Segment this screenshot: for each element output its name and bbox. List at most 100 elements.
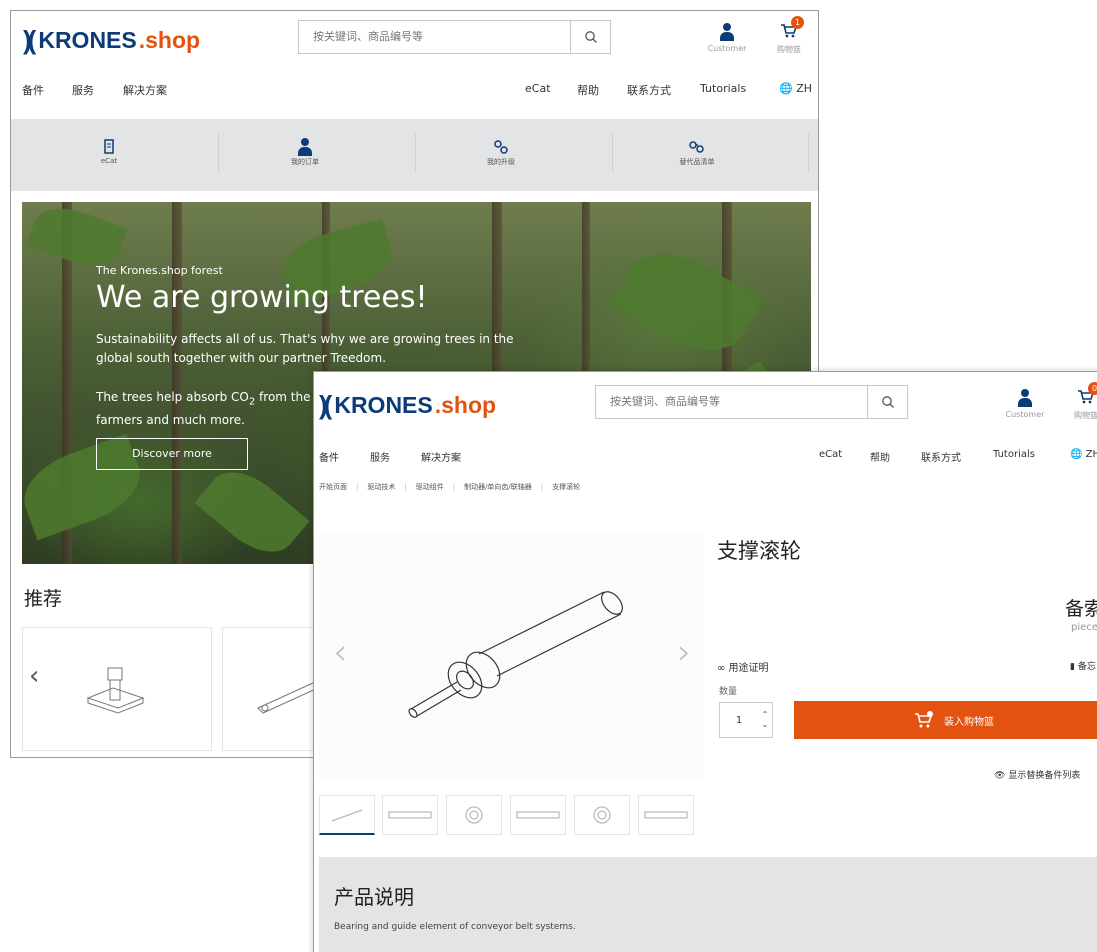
nav-tutorials[interactable]: Tutorials	[700, 82, 746, 95]
search-input[interactable]: 按关键词、商品编号等	[299, 21, 570, 53]
nav-help[interactable]: 帮助	[577, 82, 599, 98]
search-button[interactable]	[867, 386, 907, 418]
globe-icon: 🌐	[779, 82, 793, 95]
gears-icon	[403, 137, 599, 157]
product-image	[86, 667, 145, 714]
cart-icon: 0	[1077, 382, 1097, 407]
search-icon	[584, 31, 597, 43]
cart-button[interactable]: 1 购物篮	[769, 16, 809, 55]
nav-contact[interactable]: 联系方式	[627, 82, 671, 98]
carousel-prev-icon[interactable]: ‹	[29, 661, 39, 691]
product-description-panel: 产品说明 Bearing and guide element of convey…	[319, 857, 1097, 952]
description-title: 产品说明	[334, 885, 414, 909]
gallery-prev-icon[interactable]: ‹	[333, 632, 347, 673]
customer-label: Customer	[707, 44, 747, 53]
breadcrumb-item[interactable]: 驱动技术	[367, 483, 395, 491]
breadcrumb: 开始页面 | 驱动技术 | 驱动组件 | 制动器/单向齿/联轴器 | 支撑滚轮	[319, 483, 581, 491]
quantity-stepper[interactable]: 1 ⌃ ⌄	[719, 702, 773, 738]
cart-button[interactable]: 0 购物篮	[1066, 382, 1097, 421]
person-icon	[207, 137, 403, 157]
stepper-arrows[interactable]: ⌃ ⌄	[758, 710, 772, 730]
krones-logo-mark: )(	[319, 390, 332, 420]
add-to-cart-button[interactable]: 装入购物篮	[794, 701, 1097, 739]
nav-solutions[interactable]: 解决方案	[421, 449, 461, 464]
product-title: 支撑滚轮	[717, 539, 801, 563]
chevron-up-icon[interactable]: ⌃	[758, 710, 772, 720]
discover-more-button[interactable]: Discover more	[96, 438, 248, 470]
gallery-thumbnail[interactable]	[382, 795, 438, 835]
customer-button[interactable]: Customer	[707, 23, 747, 53]
product-card[interactable]	[222, 627, 322, 751]
language-label: ZH	[1085, 449, 1097, 460]
globe-icon: 🌐	[1070, 449, 1083, 460]
nav-spare-parts[interactable]: 备件	[319, 449, 339, 464]
breadcrumb-item[interactable]: 驱动组件	[416, 483, 444, 491]
gallery-thumbnail[interactable]	[319, 795, 375, 835]
memo-link[interactable]: ▮ 备忘	[1070, 659, 1096, 672]
nav-ecat[interactable]: eCat	[819, 449, 842, 460]
nav-ecat[interactable]: eCat	[525, 82, 551, 95]
quicklink-ecat[interactable]: eCat	[11, 119, 207, 191]
krones-logo[interactable]: )( KRONES .shop	[23, 25, 200, 56]
search-bar: 按关键词、商品编号等	[298, 20, 611, 54]
spare-label: 备索	[1065, 598, 1097, 620]
nav-solutions[interactable]: 解决方案	[123, 82, 167, 98]
hero-paragraph-2-start: The trees help absorb CO	[96, 390, 249, 404]
tree-trunk	[172, 202, 182, 564]
customer-icon	[719, 23, 735, 41]
krones-logo-mark: )(	[23, 25, 36, 55]
breadcrumb-item[interactable]: 制动器/单向齿/联轴器	[464, 483, 532, 491]
hero-paragraph-1: Sustainability affects all of us. That's…	[96, 332, 514, 365]
language-switcher[interactable]: 🌐 ZH	[779, 82, 812, 95]
search-input[interactable]: 按关键词、商品编号等	[596, 386, 867, 418]
language-label: ZH	[796, 82, 813, 95]
quicklink-my-upgrades[interactable]: 我的升级	[403, 119, 599, 191]
nav-tutorials[interactable]: Tutorials	[993, 449, 1035, 460]
gallery-thumbnail[interactable]	[446, 795, 502, 835]
nav-contact[interactable]: 联系方式	[921, 449, 961, 464]
cart-label: 购物篮	[777, 45, 801, 54]
hero-title: We are growing trees!	[96, 280, 428, 315]
customer-button[interactable]: Customer	[1005, 389, 1045, 419]
leaf	[610, 234, 764, 370]
product-image	[408, 591, 623, 718]
gallery-next-icon[interactable]: ›	[677, 632, 691, 673]
breadcrumb-item: 支撑滚轮	[552, 483, 581, 491]
gallery-thumbnail[interactable]	[638, 795, 694, 835]
quicklink-replacement-list[interactable]: 替代品清单	[599, 119, 795, 191]
hero-kicker: The Krones.shop forest	[96, 264, 223, 277]
krones-logo[interactable]: )( KRONES .shop	[319, 390, 496, 421]
quicklink-label: 我的订单	[291, 158, 319, 166]
search-button[interactable]	[570, 21, 610, 53]
gallery-thumbnail[interactable]	[510, 795, 566, 835]
divider	[808, 133, 809, 173]
product-page-window: )( KRONES .shop 按关键词、商品编号等 Customer 0 购物…	[313, 371, 1097, 952]
show-alternatives-label: 显示替换备件列表	[1008, 771, 1081, 781]
quicklink-my-orders[interactable]: 我的订单	[207, 119, 403, 191]
quick-links-bar: eCat 我的订单 我的升级 替代品清单	[11, 119, 818, 191]
nav-services[interactable]: 服务	[72, 82, 94, 98]
gallery-thumbnail[interactable]	[574, 795, 630, 835]
krones-logo-tld: .shop	[434, 392, 497, 418]
description-text: Bearing and guide element of conveyor be…	[334, 922, 576, 932]
show-alternatives-link[interactable]: 👁 显示替换备件列表	[994, 768, 1080, 781]
cart-plus-icon	[915, 711, 933, 728]
quicklink-label: 我的升级	[487, 158, 515, 166]
krones-logo-name: KRONES	[334, 392, 433, 418]
hero-paragraph-2: The trees help absorb CO2 from the farme…	[96, 388, 316, 430]
nav-services[interactable]: 服务	[370, 449, 390, 464]
nav-help[interactable]: 帮助	[870, 449, 890, 464]
product-card[interactable]	[22, 627, 212, 751]
eye-icon: 👁	[994, 771, 1006, 781]
nav-spare-parts[interactable]: 备件	[22, 82, 44, 98]
quantity-value[interactable]: 1	[720, 715, 758, 726]
usage-proof-link[interactable]: ∞ 用途证明	[717, 659, 769, 674]
chevron-down-icon[interactable]: ⌄	[758, 720, 772, 730]
add-to-cart-label: 装入购物篮	[944, 716, 994, 728]
catalog-icon	[11, 137, 207, 157]
usage-proof-label: 用途证明	[728, 663, 769, 674]
search-icon	[881, 396, 894, 408]
cart-count-badge: 1	[791, 16, 804, 29]
language-switcher[interactable]: 🌐 ZH	[1070, 449, 1097, 460]
breadcrumb-item[interactable]: 开始页面	[319, 483, 347, 491]
